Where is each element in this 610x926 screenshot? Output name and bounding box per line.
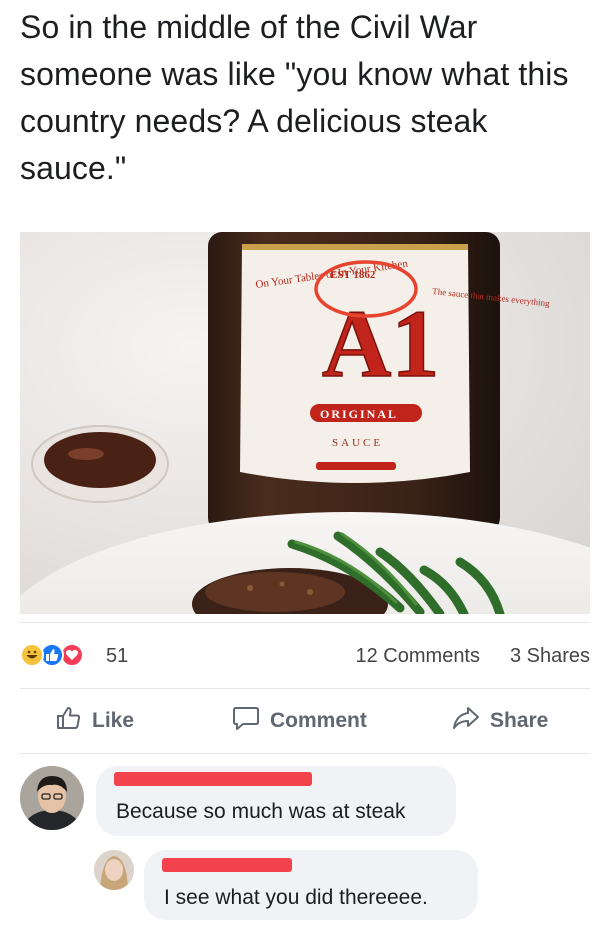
person-avatar-icon (94, 850, 134, 890)
redacted-commenter-name[interactable] (114, 772, 312, 786)
reaction-icons[interactable] (20, 643, 94, 667)
redacted-commenter-name[interactable] (162, 858, 292, 872)
comment-text: I see what you did thereeee. (164, 886, 428, 909)
share-button[interactable]: Share (452, 689, 548, 753)
comment-bubble-icon (232, 705, 260, 737)
reaction-count[interactable]: 51 (106, 645, 128, 668)
thumbs-up-icon (56, 705, 82, 737)
comments-count[interactable]: 12 Comments (356, 645, 481, 668)
comment-bubble: Because so much was at steak (96, 766, 456, 836)
like-button[interactable]: Like (56, 689, 134, 753)
comment-label: Comment (270, 709, 367, 732)
like-label: Like (92, 709, 135, 732)
brand-text: A1 (322, 290, 439, 397)
comment-button[interactable]: Comment (232, 689, 367, 753)
reactions-bar: 51 12 Comments 3 Shares (20, 622, 590, 683)
share-label: Share (490, 709, 549, 732)
action-bar: Like Comment Share (20, 688, 590, 754)
post-text: So in the middle of the Civil War someon… (20, 9, 569, 186)
person-avatar-icon (20, 766, 84, 830)
a1-sauce-photo: On Your Tables or In Your Kitchen EST 18… (20, 232, 590, 614)
shares-count[interactable]: 3 Shares (510, 645, 590, 668)
haha-icon (20, 643, 44, 667)
comment-bubble: I see what you did thereeee. (144, 850, 478, 920)
avatar[interactable] (20, 766, 84, 830)
comment-text: Because so much was at steak (116, 800, 406, 823)
share-arrow-icon (452, 705, 480, 737)
original-text: ORIGINAL (320, 407, 398, 421)
sauce-text: SAUCE (332, 437, 383, 449)
est-text: EST 1862 (330, 269, 376, 281)
post-photo[interactable]: On Your Tables or In Your Kitchen EST 18… (20, 232, 590, 614)
avatar[interactable] (94, 850, 134, 890)
